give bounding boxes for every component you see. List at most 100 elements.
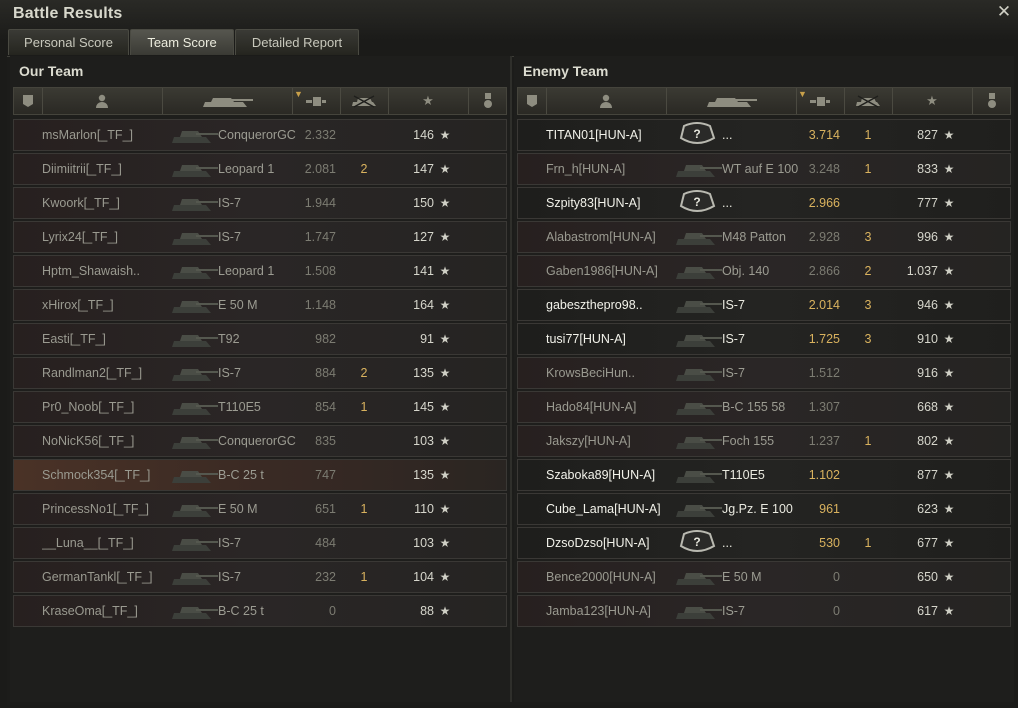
tank-icon [172,301,218,313]
star-icon: ★ [943,332,955,346]
player-name: Alabastrom[HUN-A] [546,230,656,244]
close-icon[interactable]: ✕ [995,3,1013,21]
our-table-row[interactable]: Lyrix24[_TF_] IS-7 1.747 127 ★ [13,221,507,253]
squad-column-header[interactable] [518,88,547,114]
tank-icon [172,369,218,381]
enemy-table-row[interactable]: tusi77[HUN-A] IS-7 1.725 3 910 ★ [517,323,1011,355]
player-name: xHirox[_TF_] [42,298,114,312]
damage-icon [306,97,326,106]
xp-column-header[interactable]: ★ [892,88,973,114]
xp-value: 650 [917,570,938,584]
player-name: Pr0_Noob[_TF_] [42,400,135,414]
damage-value: 3.714 [808,128,840,142]
enemy-table-row[interactable]: DzsoDzso[HUN-A]?... 530 1 677 ★ [517,527,1011,559]
xp-value: 164 [413,298,434,312]
squad-column-header[interactable] [14,88,43,114]
enemy-table-row[interactable]: Jakszy[HUN-A] Foch 155 1.237 1 802 ★ [517,425,1011,457]
medal-column-header[interactable] [468,88,508,114]
enemy-table-row[interactable]: Gaben1986[HUN-A] Obj. 140 2.866 2 1.037 ★ [517,255,1011,287]
enemy-table-row[interactable]: Frn_h[HUN-A] WT auf E 100 3.248 1 833 ★ [517,153,1011,185]
damage-column-header[interactable]: ▼ [796,88,845,114]
player-name: Szaboka89[HUN-A] [546,468,656,482]
damage-value: 2.081 [304,162,336,176]
tank-icon [172,403,218,415]
medal-column-header[interactable] [972,88,1012,114]
damage-value: 0 [329,604,336,618]
damage-value: 1.237 [808,434,840,448]
player-column-header[interactable] [42,88,163,114]
damage-value: 2.928 [808,230,840,244]
tank-icon [172,267,218,279]
tank-icon [172,471,218,483]
damage-value: 961 [819,502,840,516]
enemy-table-row[interactable]: Jamba123[HUN-A] IS-7 0 617 ★ [517,595,1011,627]
unknown-tank-icon: ? [679,530,716,552]
xp-value: 916 [917,366,938,380]
tank-icon [707,98,757,107]
player-name: Kwoork[_TF_] [42,196,120,210]
player-icon [96,94,108,108]
our-table-row[interactable]: Randlman2[_TF_] IS-7 884 2 135 ★ [13,357,507,389]
tank-icon [676,267,722,279]
our-table-row[interactable]: Schmock354[_TF_] B-C 25 t 747 135 ★ [13,459,507,491]
player-name: Diimiitrii[_TF_] [42,162,122,176]
tab-team-score[interactable]: Team Score [130,29,234,55]
our-table-row[interactable]: Hptm_Shawaish.. Leopard 1 1.508 141 ★ [13,255,507,287]
enemy-table-row[interactable]: TITAN01[HUN-A]?... 3.714 1 827 ★ [517,119,1011,151]
player-name: Hptm_Shawaish.. [42,264,140,278]
star-icon: ★ [439,366,451,380]
xp-value: 910 [917,332,938,346]
kills-column-header[interactable] [340,88,389,114]
enemy-table-row[interactable]: Szaboka89[HUN-A] T110E5 1.102 877 ★ [517,459,1011,491]
xp-value: 1.037 [906,264,938,278]
star-icon: ★ [439,434,451,448]
xp-value: 141 [413,264,434,278]
our-table-row[interactable]: GermanTankl[_TF_] IS-7 232 1 104 ★ [13,561,507,593]
player-name: PrincessNo1[_TF_] [42,502,149,516]
player-name: NoNicK56[_TF_] [42,434,135,448]
our-table-row[interactable]: Easti[_TF_] T92 982 91 ★ [13,323,507,355]
xp-value: 135 [413,366,434,380]
kills-icon [856,95,880,108]
our-table-row[interactable]: __Luna__[_TF_] IS-7 484 103 ★ [13,527,507,559]
xp-column-header[interactable]: ★ [388,88,469,114]
enemy-table-row[interactable]: Bence2000[HUN-A] E 50 M 0 650 ★ [517,561,1011,593]
enemy-table-row[interactable]: gabeszthepro98.. IS-7 2.014 3 946 ★ [517,289,1011,321]
our-table-row[interactable]: xHirox[_TF_] E 50 M 1.148 164 ★ [13,289,507,321]
our-table-row[interactable]: PrincessNo1[_TF_] E 50 M 651 1 110 ★ [13,493,507,525]
tank-column-header[interactable] [162,88,293,114]
tab-detailed-report[interactable]: Detailed Report [235,29,359,55]
damage-icon [810,97,830,106]
xp-value: 777 [917,196,938,210]
our-table-row[interactable]: Kwoork[_TF_] IS-7 1.944 150 ★ [13,187,507,219]
enemy-table-row[interactable]: Hado84[HUN-A] B-C 155 58 1.307 668 ★ [517,391,1011,423]
our-table-row[interactable]: Pr0_Noob[_TF_] T110E5 854 1 145 ★ [13,391,507,423]
enemy-table-row[interactable]: Cube_Lama[HUN-A] Jg.Pz. E 100 961 623 ★ [517,493,1011,525]
player-column-header[interactable] [546,88,667,114]
player-name: __Luna__[_TF_] [42,536,134,550]
damage-value: 530 [819,536,840,550]
damage-column-header[interactable]: ▼ [292,88,341,114]
xp-value: 110 [414,502,434,516]
squad-icon [23,95,33,107]
our-table-row[interactable]: NoNicK56[_TF_] ConquerorGC 835 103 ★ [13,425,507,457]
enemy-table-row[interactable]: Szpity83[HUN-A]?... 2.966 777 ★ [517,187,1011,219]
tank-column-header[interactable] [666,88,797,114]
tank-icon [676,505,722,517]
player-name: Szpity83[HUN-A] [546,196,641,210]
our-table-row[interactable]: msMarlon[_TF_] ConquerorGC 2.332 146 ★ [13,119,507,151]
xp-value: 103 [413,536,434,550]
tank-icon [172,539,218,551]
xp-value: 946 [917,298,938,312]
xp-value: 145 [413,400,434,414]
player-name: KraseOma[_TF_] [42,604,138,618]
our-table-row[interactable]: Diimiitrii[_TF_] Leopard 1 2.081 2 147 ★ [13,153,507,185]
xp-value: 147 [413,162,434,176]
kills-column-header[interactable] [844,88,893,114]
tab-personal-score[interactable]: Personal Score [8,29,129,55]
enemy-table-row[interactable]: Alabastrom[HUN-A] M48 Patton 2.928 3 996 ★ [517,221,1011,253]
enemy-table-row[interactable]: KrowsBeciHun.. IS-7 1.512 916 ★ [517,357,1011,389]
our-table-row[interactable]: KraseOma[_TF_] B-C 25 t 0 88 ★ [13,595,507,627]
player-name: Randlman2[_TF_] [42,366,143,380]
sort-arrow-icon: ▼ [798,89,807,99]
